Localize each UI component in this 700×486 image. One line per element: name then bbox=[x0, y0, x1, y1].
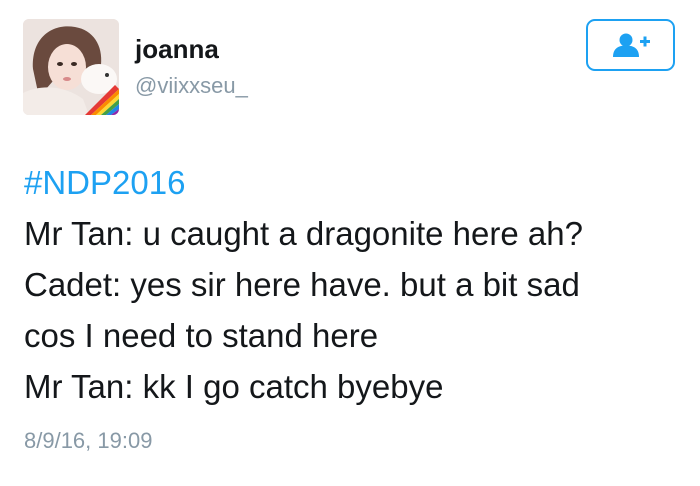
tweet-line: Mr Tan: kk I go catch byebye bbox=[24, 368, 444, 405]
tweet-text: #NDP2016 Mr Tan: u caught a dragonite he… bbox=[24, 157, 684, 412]
timestamp[interactable]: 8/9/16, 19:09 bbox=[24, 427, 152, 455]
tweet-line: cos I need to stand here bbox=[24, 317, 379, 354]
tweet-card: joanna @viixxseu_ #NDP2016 Mr Tan: u cau… bbox=[0, 0, 700, 486]
avatar[interactable] bbox=[23, 19, 119, 115]
hashtag-link[interactable]: #NDP2016 bbox=[24, 157, 684, 208]
add-user-icon bbox=[612, 33, 650, 57]
tweet-line: Cadet: yes sir here have. but a bit sad bbox=[24, 266, 580, 303]
display-name[interactable]: joanna bbox=[135, 33, 219, 65]
user-handle[interactable]: @viixxseu_ bbox=[135, 72, 248, 100]
avatar-photo bbox=[23, 19, 119, 115]
follow-button[interactable] bbox=[586, 19, 675, 71]
tweet-line: Mr Tan: u caught a dragonite here ah? bbox=[24, 215, 583, 252]
